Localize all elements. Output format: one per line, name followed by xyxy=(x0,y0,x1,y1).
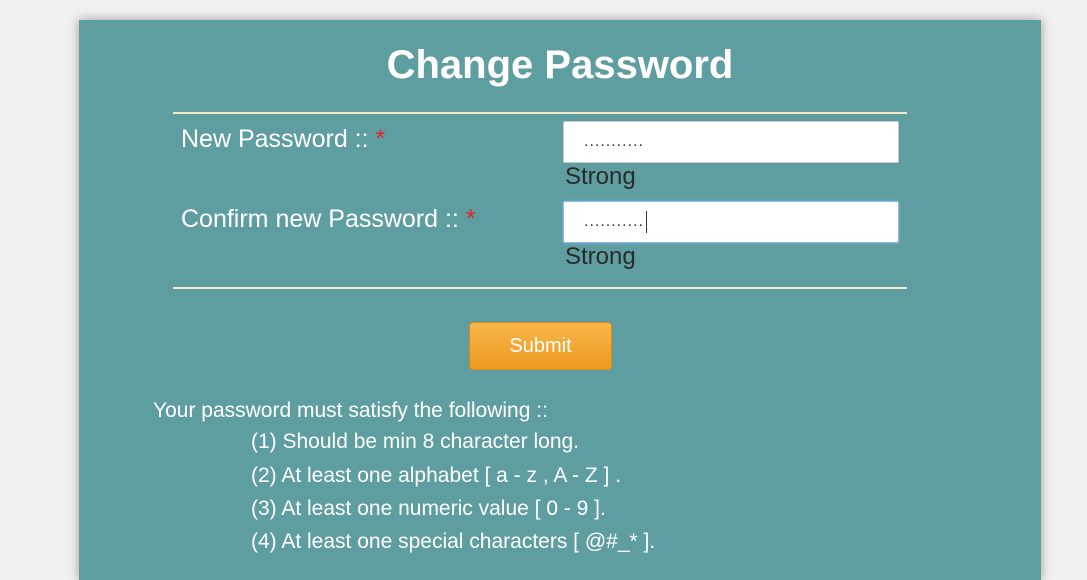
required-marker: * xyxy=(375,125,386,153)
requirement-item: (2) At least one alphabet [ a - z , A - … xyxy=(251,464,622,487)
confirm-password-label: Confirm new Password :: * xyxy=(181,204,541,234)
confirm-password-field[interactable]: ........... xyxy=(563,201,899,243)
page-title: Change Password xyxy=(386,43,734,87)
requirement-item: (4) At least one special characters [ @#… xyxy=(251,530,656,553)
new-password-label: New Password :: * xyxy=(181,124,385,154)
text-caret xyxy=(645,210,647,233)
change-password-panel: Change Password New Password :: * ......… xyxy=(79,20,1041,580)
required-marker: * xyxy=(465,205,476,233)
submit-button[interactable]: Submit xyxy=(469,322,612,370)
new-password-value: ........... xyxy=(584,133,644,150)
requirement-item: (1) Should be min 8 character long. xyxy=(251,430,580,453)
confirm-password-label-text: Confirm new Password :: xyxy=(181,205,466,233)
bottom-divider xyxy=(173,287,907,289)
new-password-label-text: New Password :: xyxy=(181,125,376,153)
requirement-item: (3) At least one numeric value [ 0 - 9 ]… xyxy=(251,497,606,520)
confirm-password-strength: Strong xyxy=(565,243,636,270)
requirements-heading: Your password must satisfy the following… xyxy=(153,399,548,422)
new-password-strength: Strong xyxy=(565,163,636,190)
confirm-password-value: ........... xyxy=(584,213,644,230)
new-password-field[interactable]: ........... xyxy=(563,121,899,163)
top-divider xyxy=(173,112,907,114)
